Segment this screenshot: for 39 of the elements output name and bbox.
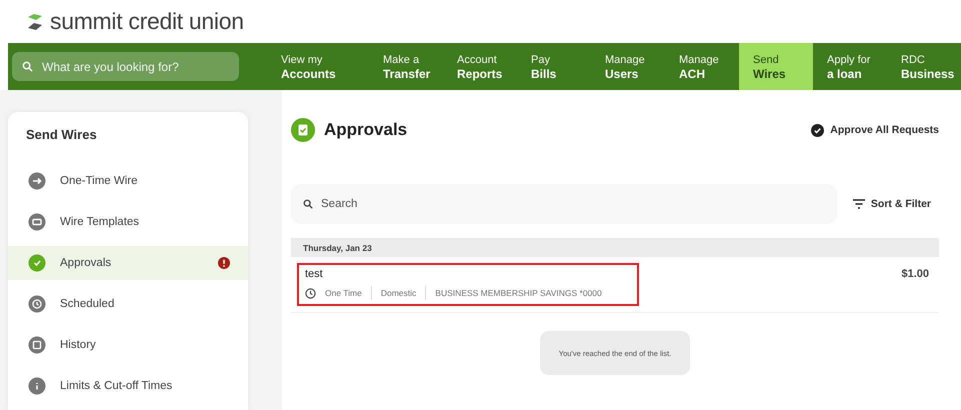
nav-tab[interactable]: Apply for a loan: [813, 43, 887, 90]
wire-detail: One Time: [324, 287, 363, 300]
page-title: Approvals: [324, 120, 408, 140]
search-field[interactable]: Search: [291, 184, 837, 224]
nav-tab[interactable]: Make a Transfer: [369, 43, 443, 90]
approve-all-button[interactable]: Approve All Requests: [811, 124, 939, 136]
clock-icon: [305, 288, 316, 298]
sidebar-item[interactable]: Approvals: [8, 246, 248, 280]
nav-tab[interactable]: Pay Bills: [517, 43, 591, 90]
info-icon: [28, 377, 46, 395]
sort-filter-button[interactable]: Sort & Filter: [852, 198, 931, 210]
sidebar-item[interactable]: Scheduled: [8, 287, 248, 321]
sidebar-item[interactable]: Wire Templates: [8, 205, 248, 239]
sidebar-title: Send Wires: [25, 126, 98, 144]
check-circle-icon: [811, 124, 824, 136]
filter-icon: [852, 199, 865, 209]
nav-tab[interactable]: Account Reports: [443, 43, 517, 90]
clipboard-icon: [291, 118, 315, 142]
brand-name: summit credit union: [50, 8, 244, 36]
wire-name: test: [305, 268, 324, 280]
template-icon: [28, 213, 46, 231]
nav-tab[interactable]: Manage Users: [591, 43, 665, 90]
wire-detail: Domestic: [370, 286, 426, 300]
calendar-icon: [28, 336, 46, 354]
sidebar-item[interactable]: One-Time Wire: [8, 164, 248, 198]
date-header: Thursday, Jan 23: [291, 238, 939, 257]
nav-tab[interactable]: Manage ACH: [665, 43, 739, 90]
nav-tab[interactable]: View my Accounts: [281, 43, 369, 90]
nav-tab[interactable]: RDC Business: [887, 43, 961, 90]
search-field[interactable]: What are you looking for?: [12, 52, 239, 81]
logo-icon: [26, 12, 44, 31]
wire-amount: $1.00: [901, 267, 929, 280]
clipboard-icon: [28, 254, 46, 272]
sidebar-item[interactable]: Limits & Cut-off Times: [8, 369, 248, 403]
wire-detail: BUSINESS MEMBERSHIP SAVINGS *0000: [425, 286, 611, 300]
clock-icon: [28, 295, 46, 313]
nav-tab[interactable]: Send Wires: [739, 43, 813, 90]
search-icon: [303, 199, 313, 209]
sidebar-item[interactable]: History: [8, 328, 248, 362]
